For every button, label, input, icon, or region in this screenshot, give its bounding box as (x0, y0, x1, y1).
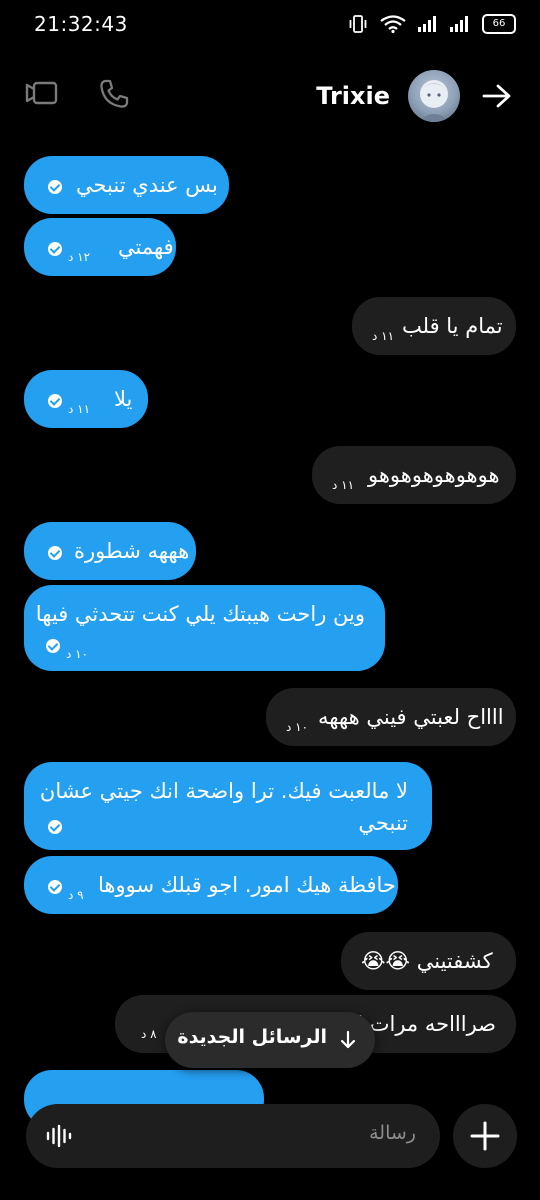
phone-icon[interactable] (98, 78, 130, 110)
message-text: تمام يا قلب (402, 314, 503, 338)
message-time: ١٠ د (66, 647, 89, 661)
message-time: ١١ د (372, 329, 395, 343)
message-bubble-sent[interactable]: ٩ د حافظة هيك امور. اجو قبلك سووها (24, 856, 398, 914)
message-bubble-sent[interactable]: ١٢ د فهمتي (24, 218, 176, 276)
message-bubble-received[interactable]: ١١ د هوهوهوهوهوهو (312, 446, 516, 504)
message-bubble-received[interactable]: ١١ د تمام يا قلب (352, 297, 516, 355)
message-text: حافظة هيك امور. اجو قبلك سووها (98, 873, 396, 897)
voice-waveform-icon[interactable] (46, 1124, 72, 1148)
message-time: ١٠ د (286, 720, 309, 734)
message-time: ١١ د (332, 478, 355, 492)
avatar[interactable] (408, 70, 460, 122)
add-attachment-button[interactable] (453, 1104, 517, 1168)
message-time: ١١ د (68, 402, 91, 416)
message-bubble-received[interactable]: كشفتيني 😭😭 (341, 932, 516, 990)
video-call-icon[interactable] (24, 78, 60, 108)
arrow-right-icon[interactable] (482, 82, 512, 110)
message-text: صراااحه مرات ا (357, 1012, 496, 1036)
arrow-down-icon (340, 1030, 356, 1049)
message-text-line-1: لا مالعبت فيك. ترا واضحة انك جيتي عشان (39, 779, 408, 803)
status-icons: 66 (348, 14, 516, 34)
message-text: هههه شطورة (74, 539, 190, 563)
message-bubble-sent[interactable]: هههه شطورة (24, 522, 196, 580)
read-check-icon (48, 180, 62, 194)
contact-name[interactable]: Trixie (316, 82, 390, 110)
message-time: ١٢ د (68, 250, 91, 264)
avatar-image (418, 80, 450, 122)
message-text: فهمتي (118, 235, 174, 259)
plus-icon (470, 1121, 500, 1151)
chat-header: Trixie (0, 62, 540, 132)
message-time: ٩ د (68, 888, 84, 902)
signal-icon (418, 16, 436, 32)
status-time: 21:32:43 (34, 12, 128, 36)
message-text: ااااح لعبتي فيني هههه (318, 705, 504, 729)
message-bubble-sent[interactable]: وين راحت هيبتك يلي كنت تتحدثي فيها ١٠ د (24, 585, 385, 671)
message-bubble-received[interactable]: ١٠ د ااااح لعبتي فيني هههه (266, 688, 516, 746)
message-input[interactable]: رسالة (26, 1104, 440, 1168)
read-check-icon (48, 880, 62, 894)
read-check-icon (48, 820, 62, 834)
message-text-line-2: تنبحي (358, 811, 408, 835)
message-text: يلا (114, 387, 133, 411)
battery-indicator: 66 (482, 14, 516, 34)
message-bubble-sent[interactable]: ١١ د يلا (24, 370, 148, 428)
message-time: ٨ د (141, 1027, 157, 1041)
read-check-icon (48, 394, 62, 408)
read-check-icon (48, 242, 62, 256)
signal-icon-2 (450, 16, 468, 32)
read-check-icon (48, 546, 62, 560)
wifi-icon (380, 15, 406, 33)
read-check-icon (46, 639, 60, 653)
message-text: هوهوهوهوهوهو (368, 463, 500, 487)
message-bubble-sent[interactable]: لا مالعبت فيك. ترا واضحة انك جيتي عشان ت… (24, 762, 432, 850)
chat-screen: 21:32:43 66 Trixie بس عندي تنبحي ١٢ د فه… (0, 0, 540, 1200)
status-bar: 21:32:43 66 (0, 0, 540, 48)
message-text: كشفتيني 😭😭 (361, 949, 493, 973)
vibrate-icon (349, 15, 367, 33)
input-placeholder: رسالة (369, 1122, 416, 1144)
new-messages-button[interactable]: الرسائل الجديدة (165, 1012, 375, 1068)
message-text: وين راحت هيبتك يلي كنت تتحدثي فيها (35, 602, 365, 626)
message-bubble-sent[interactable]: بس عندي تنبحي (24, 156, 229, 214)
new-messages-label: الرسائل الجديدة (177, 1026, 327, 1048)
message-text: بس عندي تنبحي (76, 173, 218, 197)
